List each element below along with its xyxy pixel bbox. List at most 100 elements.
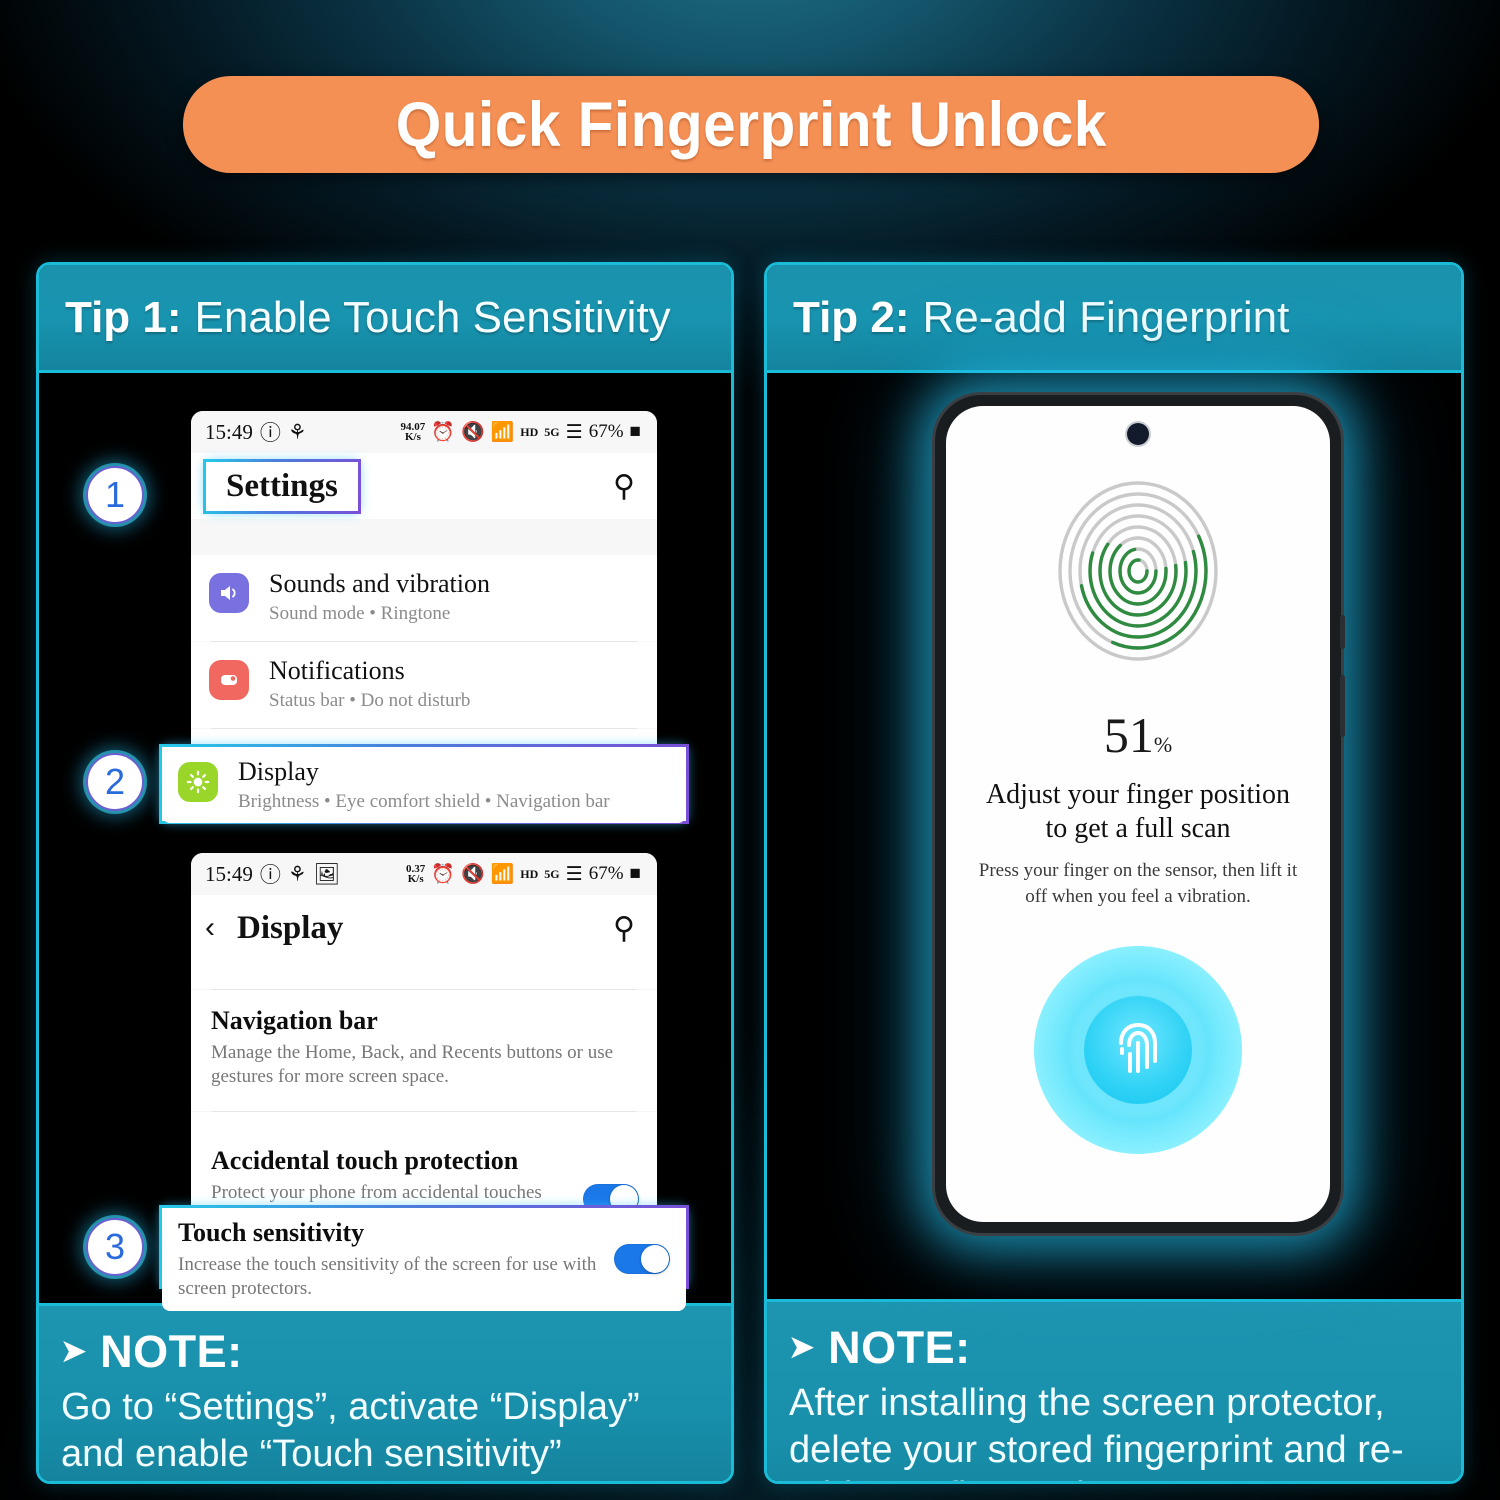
signal-icon: ☰ [565,421,583,443]
brightness-icon [178,762,218,802]
phone-screen: 51% Adjust your finger position to get a… [946,406,1330,1222]
front-camera-icon [1127,423,1149,445]
wifi-icon: 📶 [490,422,515,443]
settings-appbar: Settings ⚲ [191,453,657,519]
step-badge-2: 2 [86,753,144,811]
status-bar-left: 15:49 ⓘ ⚘ 🖼 [205,859,340,889]
status-bar-1: 15:49 ⓘ ⚘ 94.07 K/s ⏰ 🔇 📶 HD 5G ☰ 67% ■ [191,411,657,453]
wifi-icon: 📶 [490,864,515,885]
hd-icon: HD [520,424,539,439]
status-bar-2: 15:49 ⓘ ⚘ 🖼 0.37 K/s ⏰ 🔇 📶 HD 5G ☰ 67% ■ [191,853,657,895]
fingerprint-sensor-target[interactable] [1034,946,1242,1154]
status-time: 15:49 [205,861,253,886]
tip2-note: ➤ NOTE: After installing the screen prot… [767,1299,1461,1481]
note-body: Go to “Settings”, activate “Display” and… [61,1386,640,1475]
settings-row-title: Sounds and vibration [269,569,490,598]
tip2-header: Tip 2: Re-add Fingerprint [767,265,1461,373]
display-appbar: ‹ Display ⚲ [191,895,657,961]
appbar-spacer [191,519,657,555]
touch-sensitivity-highlight[interactable]: Touch sensitivity Increase the touch sen… [159,1205,689,1311]
search-icon[interactable]: ⚲ [613,911,635,946]
settings-row-navigation-bar[interactable]: Navigation bar Manage the Home, Back, an… [191,990,657,1111]
settings-row-title: Notifications [269,656,405,685]
scan-percent-symbol: % [1153,732,1173,757]
note-title: NOTE: [100,1326,243,1377]
tip1-body: 1 2 3 15:49 ⓘ ⚘ 94.07 K/s ⏰ 🔇 📶 HD 5G ☰ … [39,373,731,1311]
page-title: Quick Fingerprint Unlock [395,89,1107,160]
kids-mode-icon: ⓘ [259,863,281,887]
network-speed-unit: K/s [407,873,424,885]
tip1-heading: Enable Touch Sensitivity [194,292,671,342]
settings-row-sounds[interactable]: Sounds and vibration Sound mode • Ringto… [191,555,657,641]
scan-subtext: Press your finger on the sensor, then li… [978,860,1298,907]
network-speed-unit: K/s [404,431,421,443]
fingerprint-progress-graphic [1054,478,1222,664]
hd-icon: HD [520,866,539,881]
tip1-note: ➤ NOTE: Go to “Settings”, activate “Disp… [39,1303,731,1481]
alarm-icon: ⏰ [431,864,455,885]
battery-percent: 67% [588,863,624,884]
scan-headline: Adjust your finger position to get a ful… [985,779,1291,844]
network-type-icon: 5G [544,424,560,439]
scan-percent: 51% [946,706,1330,764]
display-appbar-title: Display [237,909,344,946]
page-title-banner: Quick Fingerprint Unlock [183,76,1319,173]
tip1-panel: Tip 1: Enable Touch Sensitivity 1 2 3 15… [36,262,734,1484]
row-gap [191,1111,657,1130]
status-time: 15:49 [205,419,253,444]
signal-icon: ☰ [565,863,583,885]
notification-icon [209,660,249,700]
display-row-highlight[interactable]: Display Brightness • Eye comfort shield … [159,744,689,824]
settings-row-display[interactable]: Display Brightness • Eye comfort shield … [162,747,686,823]
tip2-heading: Re-add Fingerprint [922,292,1290,342]
status-bar-left: 15:49 ⓘ ⚘ [205,417,307,447]
search-icon[interactable]: ⚲ [613,469,635,504]
kids-mode-icon: ⓘ [259,421,281,445]
screenshot-icon: 🖼 [313,861,341,886]
tip1-label: Tip 1: [65,292,182,342]
network-type-icon: 5G [544,866,560,881]
note-arrow-icon: ➤ [61,1335,87,1368]
settings-row-touch-sensitivity[interactable]: Touch sensitivity Increase the touch sen… [162,1208,686,1311]
note-title: NOTE: [828,1322,971,1373]
settings-title: Settings [226,467,338,504]
phone-mockup: 51% Adjust your finger position to get a… [935,395,1345,1233]
speaker-icon [209,573,249,613]
battery-percent: 67% [588,421,624,442]
download-icon: ⚘ [287,419,307,444]
status-bar-right: 94.07 K/s ⏰ 🔇 📶 HD 5G ☰ 67% ■ [401,420,641,444]
settings-row-subtitle: Status bar • Do not disturb [269,690,471,711]
step-badge-1: 1 [86,466,144,524]
touch-row-subtitle: Increase the touch sensitivity of the sc… [178,1254,597,1299]
tip2-label: Tip 2: [793,292,910,342]
settings-row-notifications[interactable]: Notifications Status bar • Do not distur… [191,642,657,728]
network-speed: 94.07 K/s [401,421,426,443]
note-body: After installing the screen protector, d… [789,1382,1404,1481]
volume-button[interactable] [1340,675,1345,737]
mute-icon: 🔇 [460,422,485,443]
appbar-spacer [191,961,657,989]
tip1-header: Tip 1: Enable Touch Sensitivity [39,265,731,373]
settings-row-subtitle: Sound mode • Ringtone [269,603,451,624]
accidental-row-title: Accidental touch protection [211,1145,519,1175]
nav-row-subtitle: Manage the Home, Back, and Recents butto… [211,1042,614,1087]
mute-icon: 🔇 [460,864,485,885]
settings-title-highlight: Settings [203,458,361,514]
status-bar-right: 0.37 K/s ⏰ 🔇 📶 HD 5G ☰ 67% ■ [406,862,641,886]
alarm-icon: ⏰ [431,422,455,443]
step-badge-3: 3 [86,1218,144,1276]
tip2-panel: Tip 2: Re-add Fingerprint 51% Adjust you… [764,262,1464,1484]
network-speed: 0.37 K/s [406,863,425,885]
tip2-body: 51% Adjust your finger position to get a… [767,373,1461,1299]
display-row-subtitle: Brightness • Eye comfort shield • Naviga… [238,791,610,812]
fingerprint-icon [1084,996,1192,1104]
touch-sensitivity-toggle[interactable] [614,1244,670,1275]
battery-icon: ■ [629,421,641,442]
back-icon[interactable]: ‹ [205,911,215,945]
display-row-title: Display [238,757,319,786]
scan-percent-value: 51 [1103,707,1154,763]
power-button[interactable] [1340,615,1345,649]
battery-icon: ■ [629,863,641,884]
download-icon: ⚘ [287,861,307,886]
note-arrow-icon: ➤ [789,1331,815,1364]
